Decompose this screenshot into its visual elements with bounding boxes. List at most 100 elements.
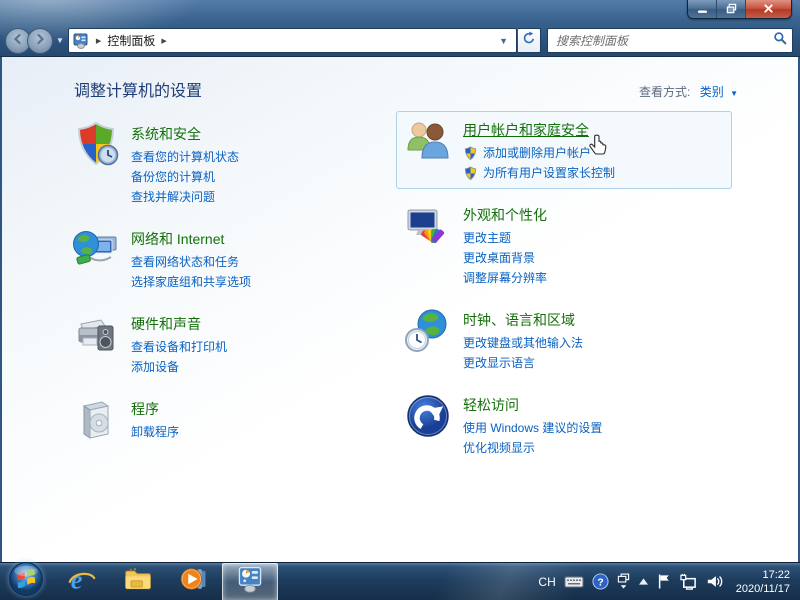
category-task-link[interactable]: 查看网络状态和任务 bbox=[131, 252, 251, 272]
category-task-label: 查看您的计算机状态 bbox=[131, 147, 239, 167]
printer-sound-icon bbox=[72, 311, 120, 359]
category-task-label: 更改键盘或其他输入法 bbox=[463, 333, 583, 353]
taskbar-windows-explorer[interactable] bbox=[110, 563, 166, 600]
ime-panel-icon[interactable] bbox=[617, 573, 630, 590]
category-task-link[interactable]: 查看您的计算机状态 bbox=[131, 147, 239, 167]
category-task-link[interactable]: 查看设备和打印机 bbox=[131, 337, 227, 357]
category-task-link[interactable]: 更改主题 bbox=[463, 228, 547, 248]
svg-text:e: e bbox=[71, 565, 83, 594]
category-task-label: 查看网络状态和任务 bbox=[131, 252, 239, 272]
recent-pages-dropdown[interactable]: ▼ bbox=[56, 36, 64, 45]
category-title-link[interactable]: 外观和个性化 bbox=[463, 205, 547, 225]
taskbar-control-panel-active[interactable] bbox=[222, 563, 278, 600]
search-icon[interactable] bbox=[773, 31, 787, 50]
navigation-bar: ▼ ▶ 控制面板 ▶ ▼ bbox=[0, 24, 800, 57]
category-task-link[interactable]: 更改桌面背景 bbox=[463, 248, 547, 268]
minimize-button[interactable] bbox=[688, 0, 717, 19]
category-column-left: 系统和安全查看您的计算机状态备份您的计算机查找并解决问题网络和 Internet… bbox=[64, 115, 400, 457]
network-icon[interactable] bbox=[679, 573, 698, 590]
taskbar-clock[interactable]: 17:22 2020/11/17 bbox=[736, 568, 794, 596]
category-task-label: 选择家庭组和共享选项 bbox=[131, 272, 251, 292]
minimize-icon bbox=[697, 1, 708, 19]
media-player-icon bbox=[179, 564, 209, 599]
search-input[interactable] bbox=[556, 34, 773, 48]
breadcrumb-control-panel[interactable]: 控制面板 bbox=[107, 32, 155, 49]
back-icon bbox=[12, 32, 24, 50]
taskbar-internet-explorer[interactable]: e bbox=[54, 563, 110, 600]
address-dropdown-icon[interactable]: ▼ bbox=[493, 36, 514, 46]
category-task-link[interactable]: 调整屏幕分辨率 bbox=[463, 268, 547, 288]
security-shield-icon bbox=[72, 121, 120, 169]
language-indicator[interactable]: CH bbox=[538, 575, 555, 589]
category-task-label: 更改显示语言 bbox=[463, 353, 535, 373]
ease-of-access-icon bbox=[404, 392, 452, 440]
clock-globe-icon bbox=[404, 307, 452, 355]
window-controls bbox=[687, 0, 792, 19]
control-panel-content: 调整计算机的设置 查看方式: 类别 ▼ 系统和安全查看您的计算机状态备份您的计算… bbox=[2, 57, 798, 562]
action-center-flag-icon[interactable] bbox=[657, 573, 671, 590]
view-by-dropdown-icon[interactable]: ▼ bbox=[730, 89, 738, 98]
close-icon bbox=[763, 1, 774, 19]
show-hidden-icons-arrow[interactable] bbox=[638, 577, 649, 586]
category-task-label: 优化视频显示 bbox=[463, 438, 535, 458]
breadcrumb-arrow-icon[interactable]: ▶ bbox=[155, 37, 172, 45]
category-item: 程序卸载程序 bbox=[64, 390, 400, 450]
refresh-icon bbox=[522, 31, 536, 50]
forward-button[interactable] bbox=[27, 28, 53, 54]
category-task-link[interactable]: 查找并解决问题 bbox=[131, 187, 239, 207]
category-task-label: 调整屏幕分辨率 bbox=[463, 268, 547, 288]
category-column-right: 用户帐户和家庭安全添加或删除用户帐户为所有用户设置家长控制外观和个性化更改主题更… bbox=[396, 111, 732, 471]
control-panel-icon bbox=[235, 564, 265, 599]
category-title-link[interactable]: 网络和 Internet bbox=[131, 229, 224, 249]
category-task-link[interactable]: 更改显示语言 bbox=[463, 353, 583, 373]
address-bar[interactable]: ▶ 控制面板 ▶ ▼ bbox=[68, 28, 517, 53]
mouse-cursor-hand-icon bbox=[587, 133, 611, 157]
refresh-button[interactable] bbox=[518, 28, 541, 53]
volume-icon[interactable] bbox=[706, 574, 724, 589]
category-title-link[interactable]: 硬件和声音 bbox=[131, 314, 201, 334]
category-task-label: 备份您的计算机 bbox=[131, 167, 215, 187]
view-by-label: 查看方式: bbox=[639, 85, 690, 99]
category-task-link[interactable]: 选择家庭组和共享选项 bbox=[131, 272, 251, 292]
uac-shield-icon bbox=[463, 146, 478, 161]
category-task-label: 卸载程序 bbox=[131, 422, 179, 442]
category-task-link[interactable]: 为所有用户设置家长控制 bbox=[463, 163, 615, 183]
help-icon[interactable]: ? bbox=[592, 573, 609, 590]
view-by-category-link[interactable]: 类别 bbox=[700, 85, 724, 99]
category-item: 外观和个性化更改主题更改桌面背景调整屏幕分辨率 bbox=[396, 196, 732, 294]
uac-shield-icon bbox=[463, 166, 478, 181]
page-title: 调整计算机的设置 bbox=[74, 77, 202, 101]
category-task-link[interactable]: 使用 Windows 建议的设置 bbox=[463, 418, 602, 438]
category-task-link[interactable]: 更改键盘或其他输入法 bbox=[463, 333, 583, 353]
clock-time: 17:22 bbox=[736, 568, 790, 582]
view-by: 查看方式: 类别 ▼ bbox=[639, 83, 738, 100]
window-chrome: ▼ ▶ 控制面板 ▶ ▼ bbox=[0, 0, 800, 57]
start-button[interactable] bbox=[6, 564, 46, 600]
category-task-link[interactable]: 卸载程序 bbox=[131, 422, 179, 442]
category-title-link[interactable]: 系统和安全 bbox=[131, 124, 201, 144]
category-task-label: 使用 Windows 建议的设置 bbox=[463, 418, 602, 438]
category-item: 用户帐户和家庭安全添加或删除用户帐户为所有用户设置家长控制 bbox=[396, 111, 732, 189]
restore-button[interactable] bbox=[717, 0, 746, 19]
category-title-link[interactable]: 程序 bbox=[131, 399, 159, 419]
category-task-label: 更改桌面背景 bbox=[463, 248, 535, 268]
category-item: 硬件和声音查看设备和打印机添加设备 bbox=[64, 305, 400, 383]
category-task-link[interactable]: 优化视频显示 bbox=[463, 438, 602, 458]
close-button[interactable] bbox=[746, 0, 791, 19]
breadcrumb-arrow-icon[interactable]: ▶ bbox=[90, 37, 107, 45]
category-task-label: 添加或删除用户帐户 bbox=[483, 143, 591, 163]
category-task-link[interactable]: 添加设备 bbox=[131, 357, 227, 377]
category-task-label: 添加设备 bbox=[131, 357, 179, 377]
control-panel-window: ▼ ▶ 控制面板 ▶ ▼ 调整计算机的设置 查看方式: 类别 ▼ bbox=[0, 0, 800, 600]
page-header: 调整计算机的设置 查看方式: 类别 ▼ bbox=[74, 77, 738, 101]
personalization-icon bbox=[404, 202, 452, 250]
category-title-link[interactable]: 用户帐户和家庭安全 bbox=[463, 120, 589, 140]
category-task-label: 查找并解决问题 bbox=[131, 187, 215, 207]
category-task-link[interactable]: 备份您的计算机 bbox=[131, 167, 239, 187]
search-box bbox=[547, 28, 793, 53]
category-item: 网络和 Internet 查看网络状态和任务选择家庭组和共享选项 bbox=[64, 220, 400, 298]
keyboard-icon[interactable] bbox=[564, 575, 584, 589]
taskbar-media-player[interactable] bbox=[166, 563, 222, 600]
category-title-link[interactable]: 轻松访问 bbox=[463, 395, 519, 415]
category-title-link[interactable]: 时钟、语言和区域 bbox=[463, 310, 575, 330]
